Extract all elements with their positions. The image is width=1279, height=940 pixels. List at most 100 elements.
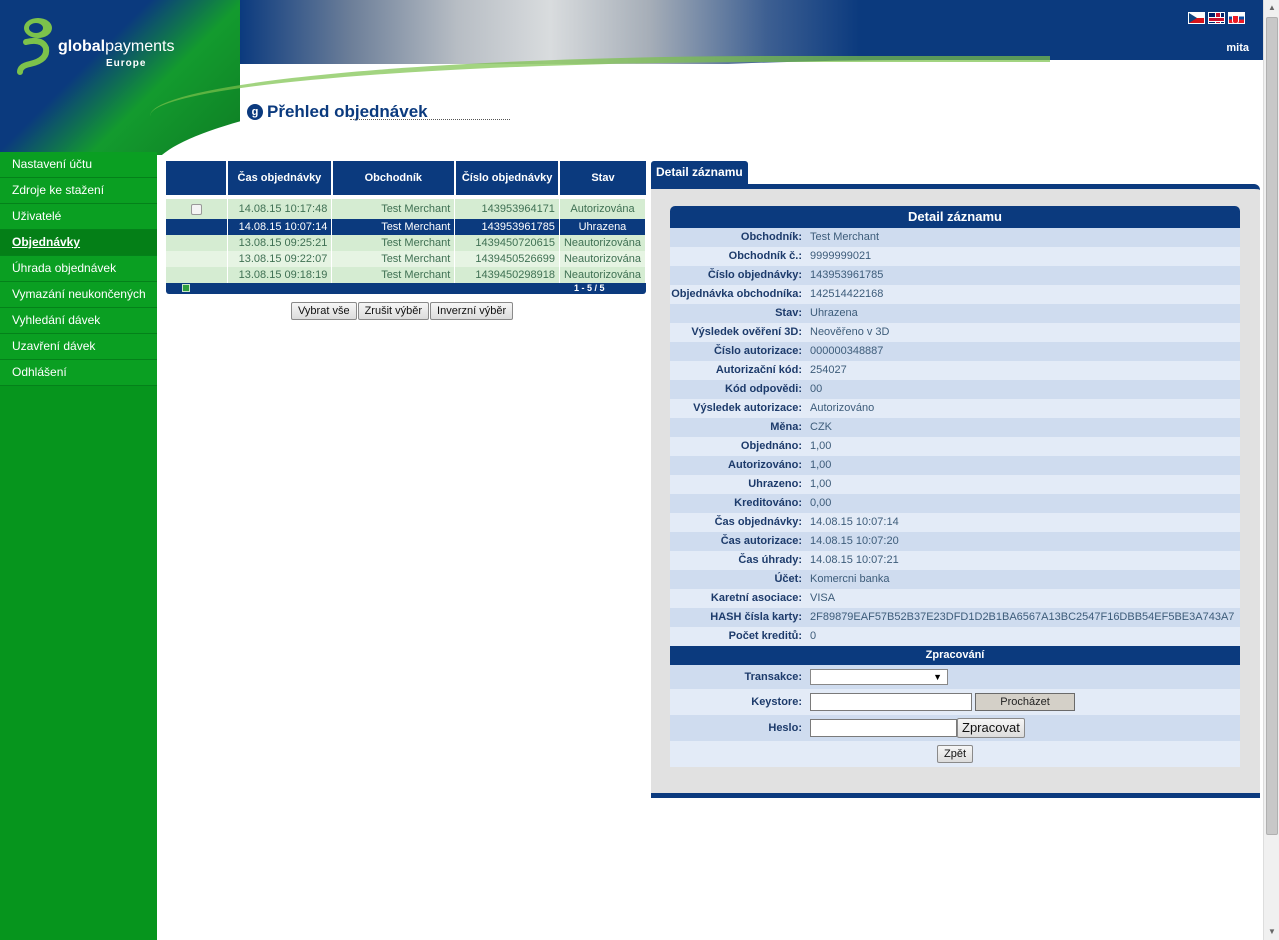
- logo[interactable]: globalpayments Europe: [16, 16, 186, 76]
- keystore-file-input[interactable]: [810, 693, 972, 711]
- order-number-cell: 1439450720615: [454, 235, 560, 251]
- merchant-cell: Test Merchant: [331, 219, 456, 235]
- password-input[interactable]: [810, 719, 957, 737]
- scroll-down-icon[interactable]: ▼: [1264, 924, 1279, 940]
- detail-panel: Detail záznamu Obchodník: Test Merchant O…: [651, 184, 1260, 798]
- detail-row-credited: Kreditováno: 0,00: [670, 494, 1240, 513]
- column-header-order-time[interactable]: Čas objednávky: [227, 161, 333, 195]
- order-number-cell: 1439450526699: [454, 251, 560, 267]
- sidebar-item-users[interactable]: Uživatelé: [0, 204, 157, 230]
- detail-label: Autorizováno:: [728, 459, 802, 471]
- detail-row-currency: Měna: CZK: [670, 418, 1240, 437]
- order-time-cell: 13.08.15 09:18:19: [227, 267, 333, 283]
- detail-label: Měna:: [770, 421, 802, 433]
- table-row[interactable]: 13.08.15 09:22:07 Test Merchant 14394505…: [166, 251, 647, 267]
- detail-value: Autorizováno: [810, 402, 875, 414]
- transaction-row: Transakce: ▼: [670, 665, 1240, 689]
- status-cell: Autorizována: [559, 199, 647, 219]
- cz-flag-icon[interactable]: [1188, 12, 1205, 24]
- row-select-cell: [166, 251, 228, 267]
- detail-label: Kód odpovědi:: [725, 383, 802, 395]
- back-row: Zpět: [670, 741, 1240, 767]
- detail-heading: Detail záznamu: [670, 206, 1240, 228]
- detail-label: Čas úhrady:: [738, 554, 802, 566]
- sidebar-item-account-settings[interactable]: Nastavení účtu: [0, 152, 157, 178]
- en-flag-icon[interactable]: [1208, 12, 1225, 24]
- detail-row-order-number: Číslo objednávky: 143953961785: [670, 266, 1240, 285]
- table-row[interactable]: 13.08.15 09:18:19 Test Merchant 14394502…: [166, 267, 647, 283]
- header-card-photo: [240, 0, 860, 64]
- order-number-cell: 1439450298918: [454, 267, 560, 283]
- detail-value: 0: [810, 630, 817, 642]
- table-row[interactable]: 13.08.15 09:25:21 Test Merchant 14394507…: [166, 235, 647, 251]
- sidebar-item-orders[interactable]: Objednávky: [0, 230, 157, 256]
- excel-export-icon[interactable]: [182, 284, 190, 292]
- detail-row-order-time: Čas objednávky: 14.08.15 10:07:14: [670, 513, 1240, 532]
- detail-label: Číslo objednávky:: [707, 269, 802, 281]
- detail-row-auth-number: Číslo autorizace: 000000348887: [670, 342, 1240, 361]
- sidebar-item-batch-search[interactable]: Vyhledání dávek: [0, 308, 157, 334]
- detail-label: HASH čísla karty:: [710, 611, 802, 623]
- header: globalpayments Europe mita g Přehled obj…: [0, 0, 1263, 155]
- merchant-cell: Test Merchant: [331, 267, 456, 283]
- logo-mark-icon: [17, 18, 52, 75]
- detail-row-authorized: Autorizováno: 1,00: [670, 456, 1240, 475]
- sidebar-item-order-payment[interactable]: Úhrada objednávek: [0, 256, 157, 282]
- sidebar-item-close-batches[interactable]: Uzavření dávek: [0, 334, 157, 360]
- detail-label: Objednávka obchodníka:: [671, 288, 802, 300]
- pager-text: 1 - 5 / 5: [574, 283, 605, 293]
- transaction-select[interactable]: ▼: [810, 669, 948, 685]
- detail-row-paid: Uhrazeno: 1,00: [670, 475, 1240, 494]
- detail-row-ordered: Objednáno: 1,00: [670, 437, 1240, 456]
- detail-label: Účet:: [774, 573, 802, 585]
- detail-row-merchant-order: Objednávka obchodníka: 142514422168: [670, 285, 1240, 304]
- process-button[interactable]: Zpracovat: [957, 718, 1025, 738]
- detail-value: 9999999021: [810, 250, 872, 262]
- password-label: Heslo:: [768, 722, 802, 734]
- detail-value: Test Merchant: [810, 231, 880, 243]
- column-header-status[interactable]: Stav: [559, 161, 646, 195]
- sidebar-item-delete-unfinished[interactable]: Vymazání neukončených: [0, 282, 157, 308]
- detail-row-card-association: Karetní asociace: VISA: [670, 589, 1240, 608]
- sk-flag-icon[interactable]: [1228, 12, 1245, 24]
- clear-selection-button[interactable]: Zrušit výběr: [357, 302, 430, 320]
- orders-panel: Čas objednávky Obchodník Číslo objednávk…: [166, 161, 647, 294]
- column-header-order-number[interactable]: Číslo objednávky: [454, 161, 561, 195]
- tab-detail[interactable]: Detail záznamu: [651, 161, 748, 185]
- keystore-label: Keystore:: [751, 696, 802, 708]
- title-dotted-rule: [350, 119, 510, 120]
- detail-value: 14.08.15 10:07:21: [810, 554, 899, 566]
- sidebar-item-downloads[interactable]: Zdroje ke stažení: [0, 178, 157, 204]
- table-row[interactable]: 14.08.15 10:17:48 Test Merchant 14395396…: [166, 199, 647, 219]
- column-header-merchant[interactable]: Obchodník: [331, 161, 456, 195]
- row-checkbox[interactable]: [190, 203, 202, 215]
- scroll-up-icon[interactable]: ▲: [1264, 0, 1279, 16]
- select-all-button[interactable]: Vybrat vše: [291, 302, 357, 320]
- order-time-cell: 13.08.15 09:25:21: [227, 235, 333, 251]
- status-cell: Neautorizována: [559, 235, 647, 251]
- logo-brand: globalpayments: [58, 38, 175, 55]
- status-cell: Neautorizována: [559, 251, 647, 267]
- order-time-cell: 14.08.15 10:07:14: [227, 219, 333, 235]
- detail-row-merchant: Obchodník: Test Merchant: [670, 228, 1240, 247]
- invert-selection-button[interactable]: Inverzní výběr: [430, 302, 514, 320]
- order-number-cell: 143953961785: [454, 219, 560, 235]
- detail-row-merchant-no: Obchodník č.: 9999999021: [670, 247, 1240, 266]
- detail-label: Obchodník č.:: [728, 250, 802, 262]
- merchant-cell: Test Merchant: [331, 199, 456, 219]
- scrollbar-thumb[interactable]: [1266, 17, 1278, 835]
- detail-row-auth-result: Výsledek autorizace: Autorizováno: [670, 399, 1240, 418]
- scrollbar[interactable]: ▲ ▼: [1263, 0, 1279, 940]
- browse-button[interactable]: Procházet: [975, 693, 1075, 711]
- detail-label: Čas objednávky:: [714, 516, 802, 528]
- detail-value: 143953961785: [810, 269, 884, 281]
- password-row: Heslo: Zpracovat: [670, 715, 1240, 741]
- back-button[interactable]: Zpět: [936, 745, 973, 763]
- detail-label: Stav:: [775, 307, 802, 319]
- detail-row-credit-count: Počet kreditů: 0: [670, 627, 1240, 646]
- page: globalpayments Europe mita g Přehled obj…: [0, 0, 1279, 940]
- sidebar-item-logout[interactable]: Odhlášení: [0, 360, 157, 386]
- sidebar: Nastavení účtu Zdroje ke stažení Uživate…: [0, 152, 157, 940]
- detail-row-auth-code: Autorizační kód: 254027: [670, 361, 1240, 380]
- table-row-selected[interactable]: 14.08.15 10:07:14 Test Merchant 14395396…: [166, 219, 647, 235]
